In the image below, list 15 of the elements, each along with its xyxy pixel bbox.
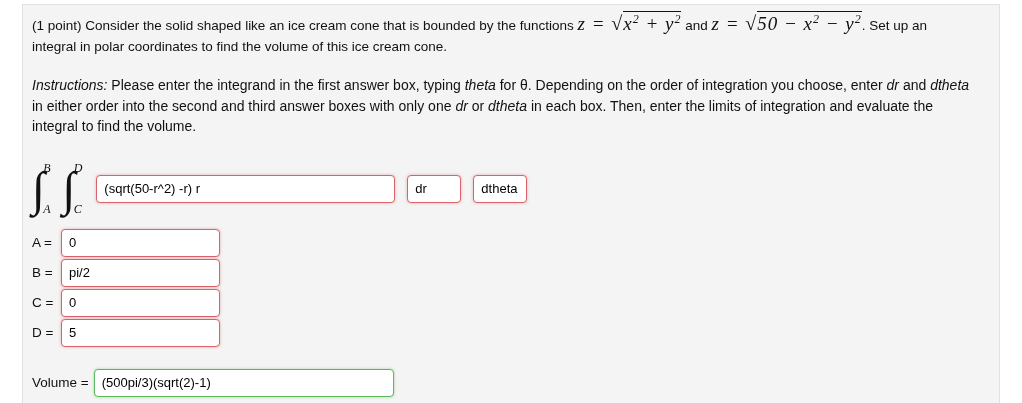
problem-text: (1 point) Consider the solid shaped like an ice cream cone that is bounded by the functions z = √x$^{2}$ + y$^{2}$ and z = √50 − x$^{2}$ − y$^{2}$. Set up an integral in polar coordinates to find the volume of this ice cream cone. (32, 13, 929, 56)
field-label: B = (32, 265, 54, 280)
answer-field[interactable]: dr (407, 174, 462, 203)
field-label: Volume = (32, 375, 89, 390)
instructions-text: Instructions: Please enter the integrand in the first answer box, typing theta for θ. Depending on the order of integration you choose, enter dr and dtheta in either order into the second and third answer boxes with only one dr or dtheta in each box. Then, enter the limits of integration and evaluate the integral to find the volume. (32, 76, 971, 136)
answer-field[interactable]: dtheta (473, 174, 528, 203)
field-label: D = (32, 325, 55, 340)
field-label: C = (32, 295, 55, 310)
answer-field[interactable]: pi/2 (61, 258, 220, 287)
answer-field[interactable]: 0 (61, 288, 220, 317)
answer-field[interactable]: (sqrt(50-r^2) -r) r (96, 174, 396, 203)
field-label: A = (32, 235, 53, 250)
answer-field[interactable]: 5 (61, 318, 220, 347)
answer-field[interactable]: 0 (61, 228, 220, 257)
answer-field[interactable]: (500pi/3)(sqrt(2)-1) (93, 368, 394, 397)
